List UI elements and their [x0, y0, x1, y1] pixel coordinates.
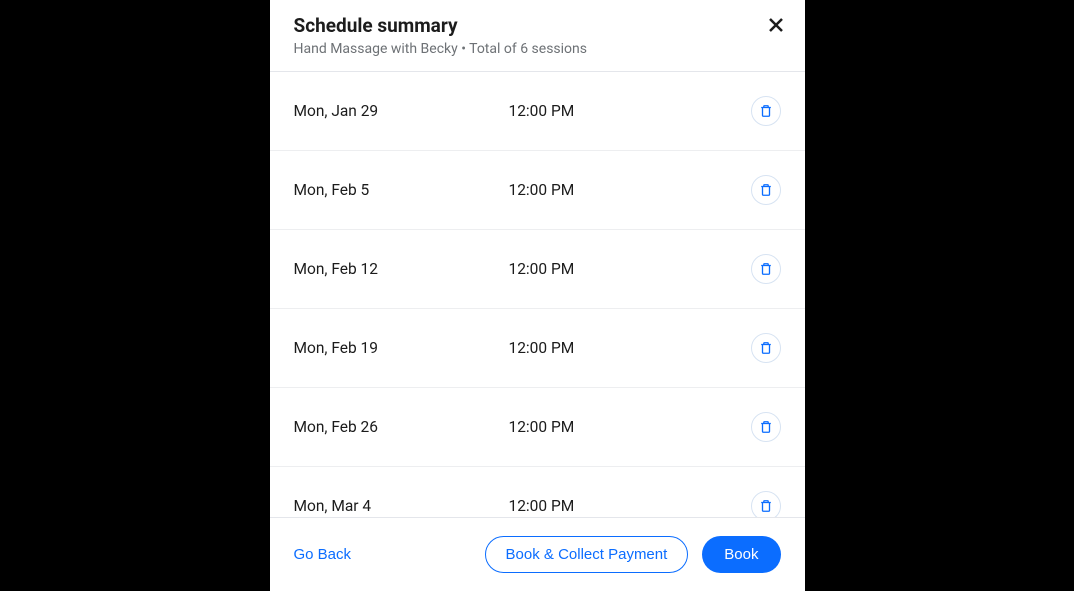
- delete-session-button[interactable]: [751, 491, 781, 517]
- trash-icon: [759, 262, 773, 276]
- trash-icon: [759, 104, 773, 118]
- schedule-summary-modal: Schedule summary Hand Massage with Becky…: [270, 0, 805, 591]
- delete-session-button[interactable]: [751, 96, 781, 126]
- session-date: Mon, Feb 5: [294, 181, 509, 199]
- modal-footer: Go Back Book & Collect Payment Book: [270, 517, 805, 591]
- session-time: 12:00 PM: [509, 260, 751, 278]
- session-row: Mon, Jan 2912:00 PM: [270, 72, 805, 151]
- session-time: 12:00 PM: [509, 418, 751, 436]
- modal-header: Schedule summary Hand Massage with Becky…: [270, 0, 805, 72]
- session-date: Mon, Feb 19: [294, 339, 509, 357]
- session-time: 12:00 PM: [509, 339, 751, 357]
- session-list: Mon, Jan 2912:00 PMMon, Feb 512:00 PMMon…: [270, 72, 805, 517]
- delete-session-button[interactable]: [751, 412, 781, 442]
- session-row: Mon, Feb 2612:00 PM: [270, 388, 805, 467]
- session-row: Mon, Feb 1912:00 PM: [270, 309, 805, 388]
- book-button[interactable]: Book: [702, 536, 780, 573]
- session-date: Mon, Feb 12: [294, 260, 509, 278]
- trash-icon: [759, 499, 773, 513]
- footer-actions: Book & Collect Payment Book: [485, 536, 781, 573]
- session-date: Mon, Mar 4: [294, 497, 509, 515]
- delete-session-button[interactable]: [751, 333, 781, 363]
- session-time: 12:00 PM: [509, 102, 751, 120]
- trash-icon: [759, 420, 773, 434]
- close-button[interactable]: [767, 16, 785, 34]
- session-row: Mon, Feb 512:00 PM: [270, 151, 805, 230]
- trash-icon: [759, 183, 773, 197]
- trash-icon: [759, 341, 773, 355]
- session-row: Mon, Mar 412:00 PM: [270, 467, 805, 517]
- delete-session-button[interactable]: [751, 254, 781, 284]
- session-row: Mon, Feb 1212:00 PM: [270, 230, 805, 309]
- delete-session-button[interactable]: [751, 175, 781, 205]
- close-icon: [768, 17, 784, 33]
- modal-title: Schedule summary: [294, 14, 781, 37]
- go-back-button[interactable]: Go Back: [294, 546, 352, 563]
- session-time: 12:00 PM: [509, 181, 751, 199]
- session-time: 12:00 PM: [509, 497, 751, 515]
- modal-subtitle: Hand Massage with Becky • Total of 6 ses…: [294, 41, 781, 57]
- book-collect-button[interactable]: Book & Collect Payment: [485, 536, 689, 573]
- session-date: Mon, Jan 29: [294, 102, 509, 120]
- session-date: Mon, Feb 26: [294, 418, 509, 436]
